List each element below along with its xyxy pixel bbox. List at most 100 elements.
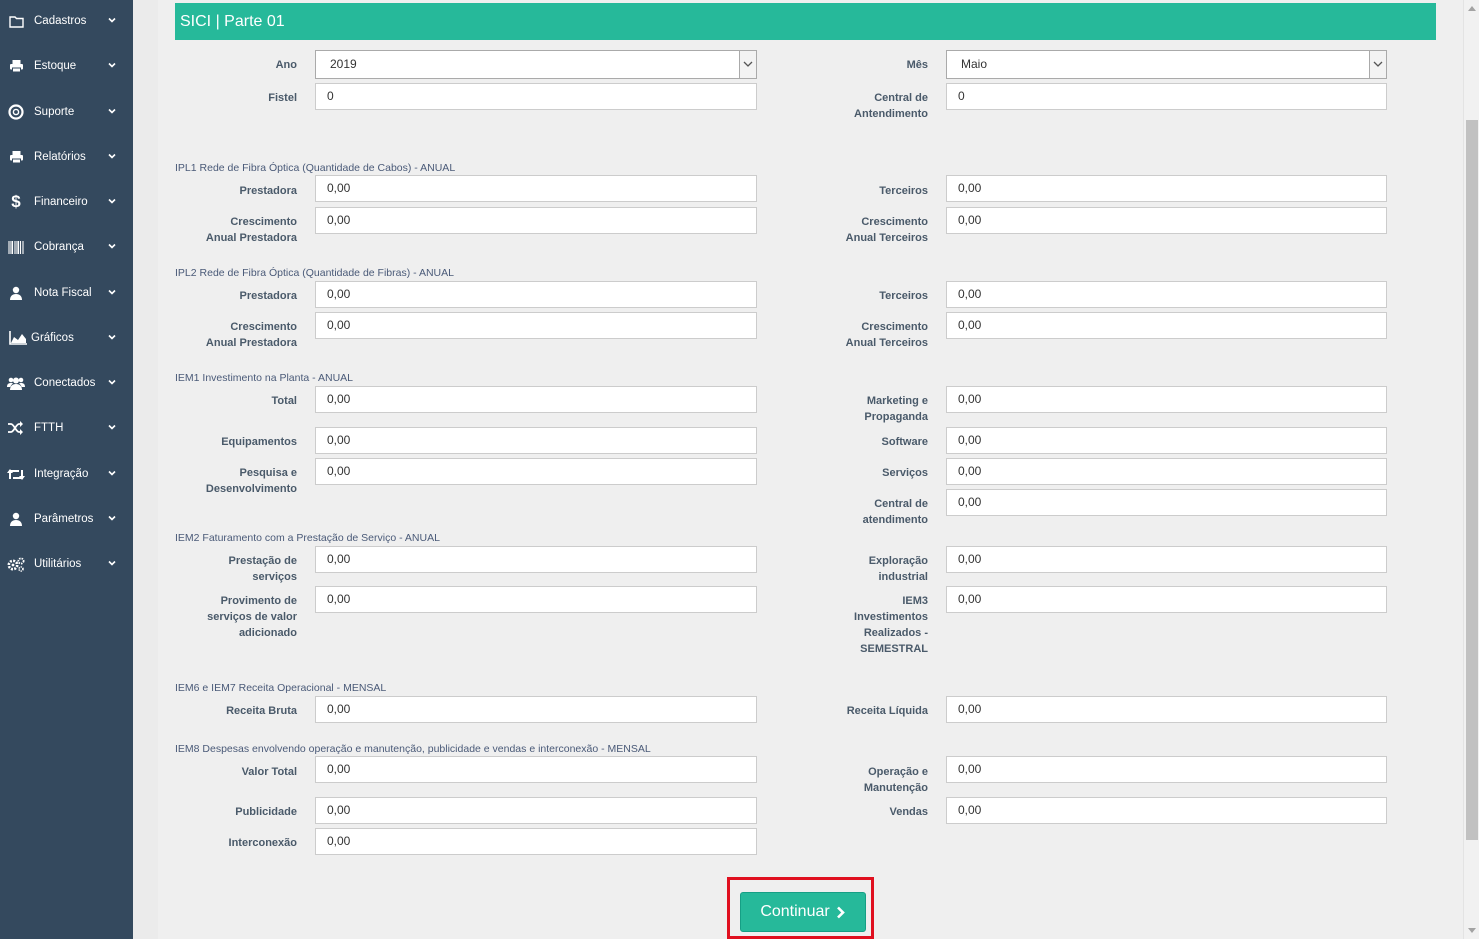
sidebar-item-label: Utilitários bbox=[34, 558, 82, 570]
iem2-provimento-label: Provimento de serviços de valor adiciona… bbox=[180, 593, 297, 641]
chevron-down-icon bbox=[108, 243, 116, 249]
ano-select-value: 2019 bbox=[330, 57, 357, 71]
ipl1-crescimento-prestadora-field[interactable]: 0,00 bbox=[315, 207, 757, 234]
ipl1-terceiros-field[interactable]: 0,00 bbox=[946, 175, 1387, 202]
chevron-right-icon bbox=[836, 906, 845, 918]
iem8-publicidade-label: Publicidade bbox=[235, 806, 297, 818]
label-line: adicionado bbox=[238, 627, 297, 639]
chevron-down-icon bbox=[108, 470, 116, 476]
iem1-servicos-label: Serviços bbox=[882, 467, 928, 479]
mes-select-value: Maio bbox=[961, 57, 988, 71]
section-title-ipl1: IPL1 Rede de Fibra Óptica (Quantidade de… bbox=[175, 162, 456, 174]
sidebar-item-label: Cobrança bbox=[34, 241, 84, 253]
chevron-down-icon bbox=[108, 560, 116, 566]
sidebar-item-integracao[interactable]: Integração bbox=[0, 460, 133, 490]
sidebar-item-parametros[interactable]: Parâmetros bbox=[0, 505, 133, 535]
iem1-servicos-field[interactable]: 0,00 bbox=[946, 458, 1387, 485]
panel-title: SICI | Parte 01 bbox=[175, 3, 1436, 40]
scroll-up-arrow-icon[interactable] bbox=[1468, 6, 1476, 11]
sidebar-item-cadastros[interactable]: Cadastros bbox=[0, 7, 133, 37]
sidebar-item-relatorios[interactable]: Relatórios bbox=[0, 143, 133, 173]
users-icon bbox=[7, 375, 25, 391]
sidebar-item-financeiro[interactable]: $ Financeiro bbox=[0, 188, 133, 218]
label-line: Anual Terceiros bbox=[845, 337, 928, 349]
iem7-receita-liquida-field[interactable]: 0,00 bbox=[946, 696, 1387, 723]
ipl1-crescimento-terceiros-field[interactable]: 0,00 bbox=[946, 207, 1387, 234]
iem7-receita-liquida-label: Receita Líquida bbox=[846, 705, 928, 717]
sidebar-item-conectados[interactable]: Conectados bbox=[0, 369, 133, 399]
label-line: Crescimento bbox=[861, 321, 928, 333]
ipl2-terceiros-label: Terceiros bbox=[879, 290, 928, 302]
sidebar-item-suporte[interactable]: Suporte bbox=[0, 98, 133, 128]
life-ring-icon bbox=[7, 104, 25, 120]
sidebar-item-utilitarios[interactable]: Utilitários bbox=[0, 550, 133, 580]
print-icon bbox=[7, 58, 25, 74]
iem3-investimentos-field[interactable]: 0,00 bbox=[946, 586, 1387, 613]
iem8-publicidade-field[interactable]: 0,00 bbox=[315, 797, 757, 824]
label-line: Marketing e bbox=[866, 395, 928, 407]
section-title-iem8: IEM8 Despesas envolvendo operação e manu… bbox=[175, 743, 651, 755]
scrollbar[interactable] bbox=[1463, 0, 1479, 939]
iem8-operacao-field[interactable]: 0,00 bbox=[946, 756, 1387, 783]
section-title-iem2: IEM2 Faturamento com a Prestação de Serv… bbox=[175, 532, 440, 544]
fistel-field[interactable]: 0 bbox=[315, 83, 757, 110]
iem1-marketing-field[interactable]: 0,00 bbox=[946, 386, 1387, 413]
ipl2-crescimento-terceiros-label: Crescimento Anual Terceiros bbox=[790, 319, 928, 351]
sidebar-item-label: Integração bbox=[34, 468, 89, 480]
ipl1-crescimento-prestadora-label: Crescimento Anual Prestadora bbox=[180, 214, 297, 246]
sidebar-item-label: Nota Fiscal bbox=[34, 287, 92, 299]
ipl2-crescimento-terceiros-field[interactable]: 0,00 bbox=[946, 312, 1387, 339]
iem1-equipamentos-field[interactable]: 0,00 bbox=[315, 427, 757, 454]
scrollbar-thumb[interactable] bbox=[1466, 120, 1478, 840]
iem8-vendas-field[interactable]: 0,00 bbox=[946, 797, 1387, 824]
iem1-central-field[interactable]: 0,00 bbox=[946, 489, 1387, 516]
sidebar-item-graficos[interactable]: Gráficos bbox=[0, 324, 133, 354]
label-line: Crescimento bbox=[230, 216, 297, 228]
continue-button-label: Continuar bbox=[760, 903, 830, 920]
retweet-icon bbox=[7, 466, 25, 482]
section-title-iem1: IEM1 Investimento na Planta - ANUAL bbox=[175, 372, 354, 384]
ano-select[interactable]: 2019 bbox=[315, 50, 757, 79]
scroll-down-arrow-icon[interactable] bbox=[1468, 928, 1476, 933]
label-line: Operação e bbox=[868, 766, 928, 778]
label-line: Crescimento bbox=[861, 216, 928, 228]
cogs-icon bbox=[7, 556, 25, 572]
iem1-pesquisa-field[interactable]: 0,00 bbox=[315, 458, 757, 485]
iem8-interconexao-field[interactable]: 0,00 bbox=[315, 828, 757, 855]
mes-select[interactable]: Maio bbox=[946, 50, 1387, 79]
iem1-marketing-label: Marketing e Propaganda bbox=[790, 393, 928, 425]
iem2-exploracao-field[interactable]: 0,00 bbox=[946, 546, 1387, 573]
label-line: Exploração bbox=[868, 555, 928, 567]
content-gutter bbox=[133, 0, 158, 939]
continue-button[interactable]: Continuar bbox=[740, 892, 866, 932]
iem3-investimentos-label: IEM3 Investimentos Realizados - SEMESTRA… bbox=[790, 593, 928, 657]
iem6-receita-bruta-field[interactable]: 0,00 bbox=[315, 696, 757, 723]
ipl1-prestadora-field[interactable]: 0,00 bbox=[315, 175, 757, 202]
sidebar-item-ftth[interactable]: FTTH bbox=[0, 414, 133, 444]
chevron-down-icon bbox=[108, 515, 116, 521]
iem1-software-field[interactable]: 0,00 bbox=[946, 427, 1387, 454]
iem2-provimento-field[interactable]: 0,00 bbox=[315, 586, 757, 613]
sidebar-item-cobranca[interactable]: Cobrança bbox=[0, 233, 133, 263]
ipl2-terceiros-field[interactable]: 0,00 bbox=[946, 281, 1387, 308]
label-line: Crescimento bbox=[230, 321, 297, 333]
barcode-icon bbox=[7, 239, 25, 255]
chevron-down-icon bbox=[108, 17, 116, 23]
sidebar-item-nota-fiscal[interactable]: Nota Fiscal bbox=[0, 279, 133, 309]
iem1-total-field[interactable]: 0,00 bbox=[315, 386, 757, 413]
label-line: atendimento bbox=[862, 514, 928, 526]
ipl2-crescimento-prestadora-field[interactable]: 0,00 bbox=[315, 312, 757, 339]
iem8-valor-total-field[interactable]: 0,00 bbox=[315, 756, 757, 783]
sidebar-item-estoque[interactable]: Estoque bbox=[0, 52, 133, 82]
label-line: IEM3 bbox=[902, 595, 928, 607]
iem8-valor-total-label: Valor Total bbox=[241, 766, 297, 778]
iem2-prestacao-field[interactable]: 0,00 bbox=[315, 546, 757, 573]
ipl1-terceiros-label: Terceiros bbox=[879, 185, 928, 197]
sidebar-item-label: Gráficos bbox=[31, 332, 74, 344]
central-atendimento-field[interactable]: 0 bbox=[946, 83, 1387, 110]
sidebar-item-label: Suporte bbox=[34, 106, 75, 118]
ipl2-prestadora-field[interactable]: 0,00 bbox=[315, 281, 757, 308]
chevron-down-icon bbox=[108, 198, 116, 204]
iem2-exploracao-label: Exploração industrial bbox=[790, 553, 928, 585]
iem1-pesquisa-label: Pesquisa e Desenvolvimento bbox=[180, 465, 297, 497]
